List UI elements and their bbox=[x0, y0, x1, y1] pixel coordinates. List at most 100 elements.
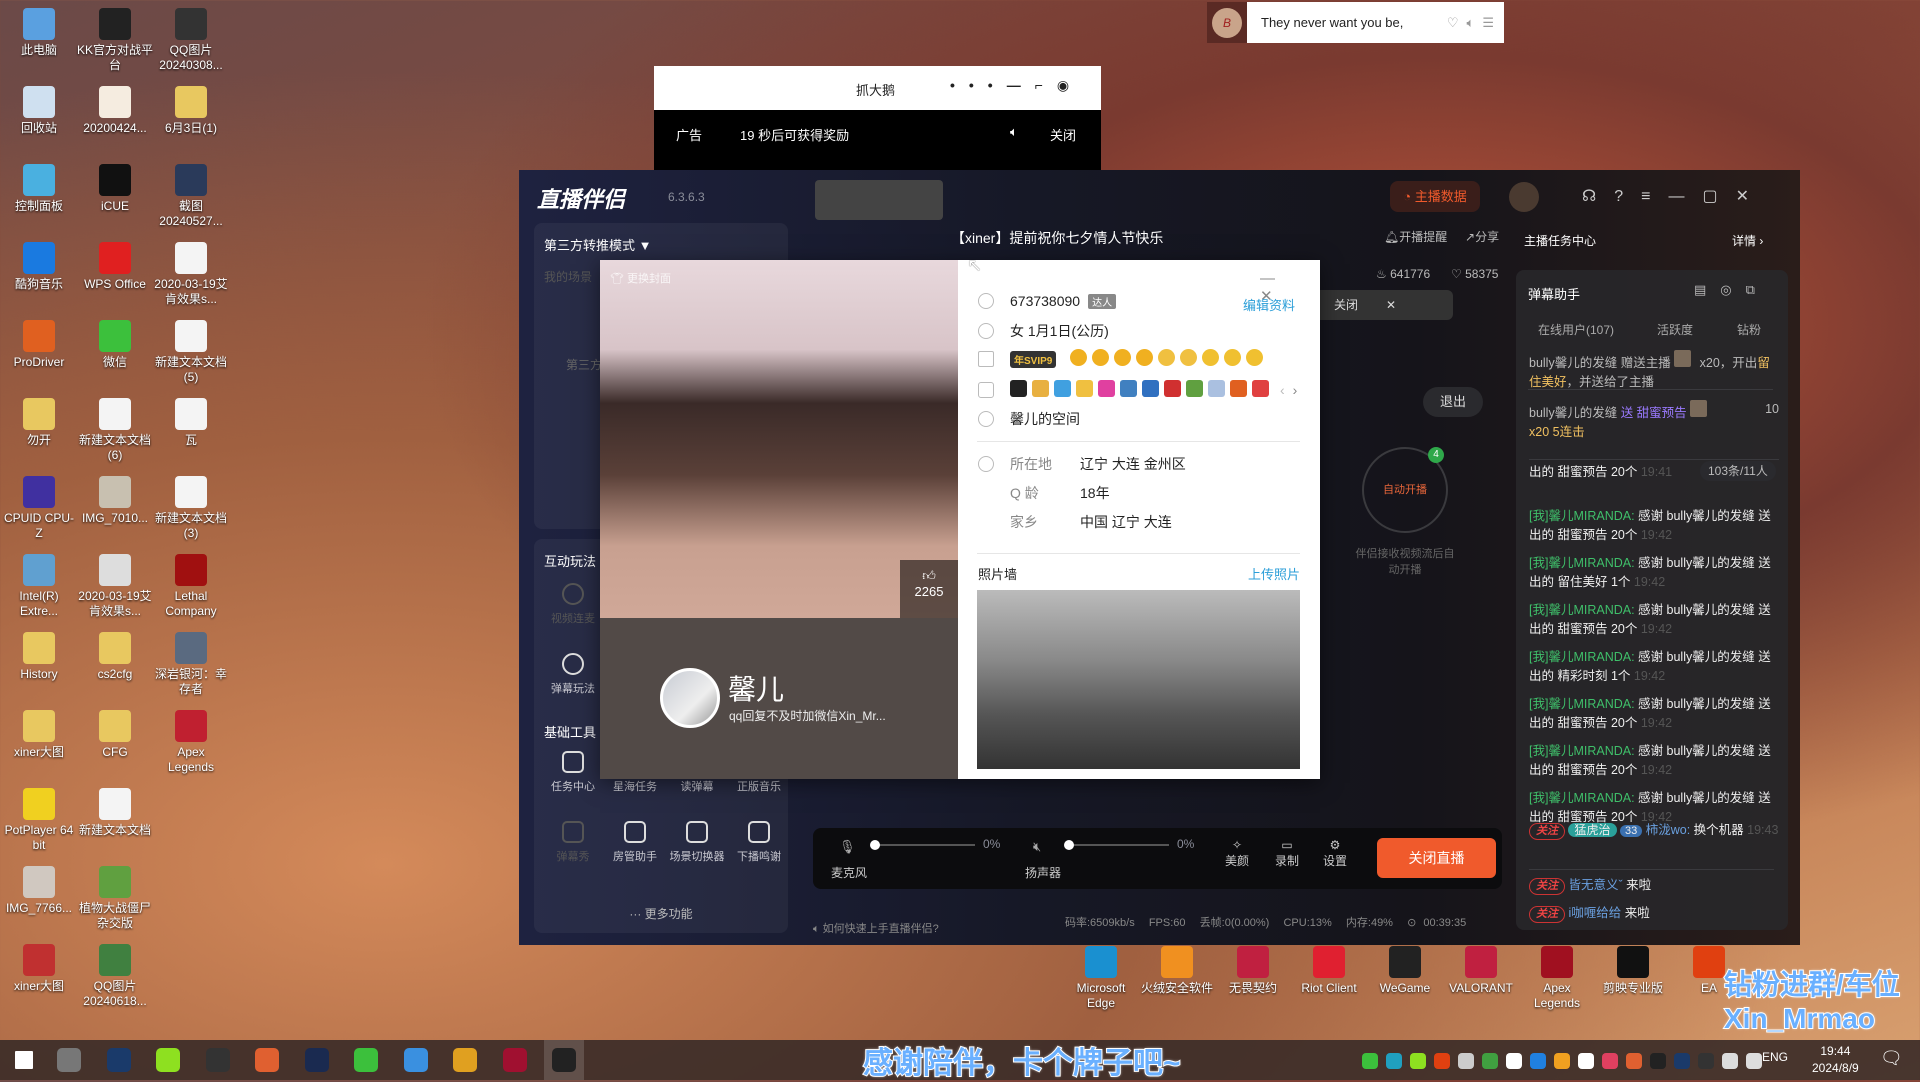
close-icon[interactable]: ✕ bbox=[1736, 188, 1767, 205]
avatar[interactable] bbox=[660, 668, 720, 728]
tool-button[interactable]: 下播鸣谢 bbox=[728, 821, 790, 864]
desktop-icon[interactable]: xiner大图 bbox=[1, 944, 77, 994]
record-icon[interactable]: ◉ bbox=[1057, 77, 1083, 93]
tray-icon[interactable] bbox=[1386, 1052, 1402, 1069]
taskbar-start[interactable] bbox=[4, 1040, 44, 1080]
taskbar-qq-browser[interactable] bbox=[396, 1040, 436, 1080]
qzone-row[interactable]: 馨儿的空间 bbox=[978, 409, 1080, 429]
desktop-icon[interactable]: 2020-03-19艾肯效果s... bbox=[77, 554, 153, 619]
service-badge-icon[interactable] bbox=[1120, 380, 1137, 397]
desktop-icon[interactable]: Microsoft Edge bbox=[1063, 946, 1139, 1011]
record-button[interactable]: ▭ 录制 bbox=[1275, 838, 1299, 869]
tool-button[interactable]: 弹幕秀 bbox=[542, 821, 604, 864]
taskbar-icue[interactable] bbox=[297, 1040, 337, 1080]
taskbar-wechat[interactable] bbox=[346, 1040, 386, 1080]
service-badge-icon[interactable] bbox=[1252, 380, 1269, 397]
ad-label[interactable]: 广告 bbox=[676, 125, 702, 144]
speaker-icon[interactable]: 🔈︎ bbox=[1010, 124, 1018, 140]
music-lyric-widget[interactable]: B They never want you be, ♡ 🔈︎ ☰ bbox=[1207, 2, 1504, 43]
tray-icon[interactable] bbox=[1650, 1052, 1666, 1069]
tool-button[interactable]: 场景切换器 bbox=[666, 821, 728, 864]
desktop-icon[interactable]: 新建文本文档(6) bbox=[77, 398, 153, 463]
help-icon[interactable]: ? bbox=[1614, 188, 1641, 205]
playlist-icon[interactable]: ☰ bbox=[1482, 15, 1494, 31]
desktop-icon[interactable]: 6月3日(1) bbox=[153, 86, 229, 136]
desktop-icon[interactable]: 无畏契约 bbox=[1215, 946, 1291, 996]
service-badge-icon[interactable] bbox=[1098, 380, 1115, 397]
next-icon[interactable]: › bbox=[1293, 382, 1298, 398]
desktop-icon[interactable]: 新建文本文档(3) bbox=[153, 476, 229, 541]
tab-activity[interactable]: 活跃度 bbox=[1657, 321, 1693, 338]
menu-icon[interactable]: ≡ bbox=[1641, 188, 1668, 205]
prev-icon[interactable]: ‹ bbox=[1280, 382, 1285, 398]
ad-close-button[interactable]: 关闭 bbox=[1050, 125, 1076, 144]
tray-icon[interactable] bbox=[1602, 1052, 1618, 1069]
popout-icon[interactable]: ⧉ bbox=[1746, 282, 1769, 297]
tray-icon[interactable] bbox=[1746, 1052, 1762, 1069]
tool-button[interactable]: 房管助手 bbox=[604, 821, 666, 864]
tray-icon[interactable] bbox=[1434, 1052, 1450, 1069]
notice-close-button[interactable]: 关闭 bbox=[1334, 298, 1358, 312]
desktop-icon[interactable]: 深岩银河：幸存者 bbox=[153, 632, 229, 697]
tab-diamond-fans[interactable]: 钻粉 bbox=[1737, 321, 1761, 338]
desktop-icon[interactable]: ProDriver bbox=[1, 320, 77, 370]
taskbar-chrome[interactable] bbox=[445, 1040, 485, 1080]
volume-icon[interactable]: 🔈︎ bbox=[1467, 15, 1475, 31]
desktop-icon[interactable]: PotPlayer 64 bit bbox=[1, 788, 77, 853]
mic-muted-icon[interactable]: 🎙︎ bbox=[839, 839, 856, 855]
more-icon[interactable]: ••• bbox=[950, 77, 1007, 93]
taskbar-steam[interactable] bbox=[99, 1040, 139, 1080]
tray-icon[interactable] bbox=[1482, 1052, 1498, 1069]
desktop-icon[interactable]: IMG_7010... bbox=[77, 476, 153, 526]
service-badge-icon[interactable] bbox=[1010, 380, 1027, 397]
service-badge-icon[interactable] bbox=[1054, 380, 1071, 397]
like-button[interactable]: 👍︎ 2265 bbox=[900, 560, 958, 618]
service-badge-icon[interactable] bbox=[1186, 380, 1203, 397]
beauty-button[interactable]: ✧ 美颜 bbox=[1225, 838, 1249, 869]
desktop-icon[interactable]: Intel(R) Extre... bbox=[1, 554, 77, 619]
follow-button[interactable]: 关注 bbox=[1529, 906, 1565, 923]
tray-icon[interactable] bbox=[1674, 1052, 1690, 1069]
edit-profile-link[interactable]: 编辑资料 bbox=[1243, 295, 1295, 314]
tray-icon[interactable] bbox=[1578, 1052, 1594, 1069]
desktop-icon[interactable]: 火绒安全软件 bbox=[1139, 946, 1215, 996]
stream-thumbnail[interactable] bbox=[815, 180, 943, 220]
minimize-icon[interactable]: — bbox=[1007, 77, 1035, 93]
tool-button[interactable]: 任务中心 bbox=[542, 751, 604, 794]
service-badge-icon[interactable] bbox=[1076, 380, 1093, 397]
desktop-icon[interactable]: 2020-03-19艾肯效果s... bbox=[153, 242, 229, 307]
follow-button[interactable]: 关注 bbox=[1529, 878, 1565, 895]
taskbar-file-explorer[interactable] bbox=[49, 1040, 89, 1080]
help-link[interactable]: 🔈︎ 如何快速上手直播伴侣? bbox=[813, 920, 939, 936]
service-badge-icon[interactable] bbox=[1164, 380, 1181, 397]
speaker-slider[interactable] bbox=[1064, 840, 1169, 850]
mode-dropdown[interactable]: 第三方转推模式 ▼ bbox=[544, 235, 651, 254]
tray-icon[interactable] bbox=[1698, 1052, 1714, 1069]
service-badge-icon[interactable] bbox=[1208, 380, 1225, 397]
desktop-icon[interactable]: 植物大战僵尸杂交版 bbox=[77, 866, 153, 931]
share-button[interactable]: ↗分享 bbox=[1465, 228, 1499, 245]
desktop-icon[interactable]: 控制面板 bbox=[1, 164, 77, 214]
desktop-icon[interactable]: 新建文本文档 bbox=[77, 788, 153, 838]
desktop-icon[interactable]: 截图20240527... bbox=[153, 164, 229, 229]
heart-icon[interactable]: ♡ bbox=[1447, 15, 1459, 31]
desktop-icon[interactable]: IMG_7766... bbox=[1, 866, 77, 916]
upload-photo-link[interactable]: 上传照片 bbox=[1248, 564, 1300, 583]
taskbar-xiaohongshu[interactable] bbox=[247, 1040, 287, 1080]
desktop-icon[interactable]: CFG bbox=[77, 710, 153, 760]
desktop-icon[interactable]: Lethal Company bbox=[153, 554, 229, 619]
photo-wall-image[interactable] bbox=[977, 590, 1300, 769]
more-functions-button[interactable]: ··· 更多功能 bbox=[534, 905, 788, 922]
desktop-icon[interactable]: iCUE bbox=[77, 164, 153, 214]
video-link-tool[interactable]: 视频连麦 bbox=[542, 583, 604, 626]
mic-slider[interactable] bbox=[870, 840, 975, 850]
change-cover-button[interactable]: 👕︎ 更换封面 bbox=[610, 270, 671, 286]
desktop-icon[interactable]: WPS Office bbox=[77, 242, 153, 292]
clock[interactable]: 19:44 2024/8/9 bbox=[1812, 1043, 1859, 1077]
tray-icon[interactable] bbox=[1362, 1052, 1378, 1069]
desktop-icon[interactable]: QQ图片20240618... bbox=[77, 944, 153, 1009]
minimize-icon[interactable]: — bbox=[1668, 188, 1702, 205]
desktop-icon[interactable]: xiner大图 bbox=[1, 710, 77, 760]
tray-icon[interactable] bbox=[1458, 1052, 1474, 1069]
headset-icon[interactable]: ☊ bbox=[1582, 188, 1614, 205]
